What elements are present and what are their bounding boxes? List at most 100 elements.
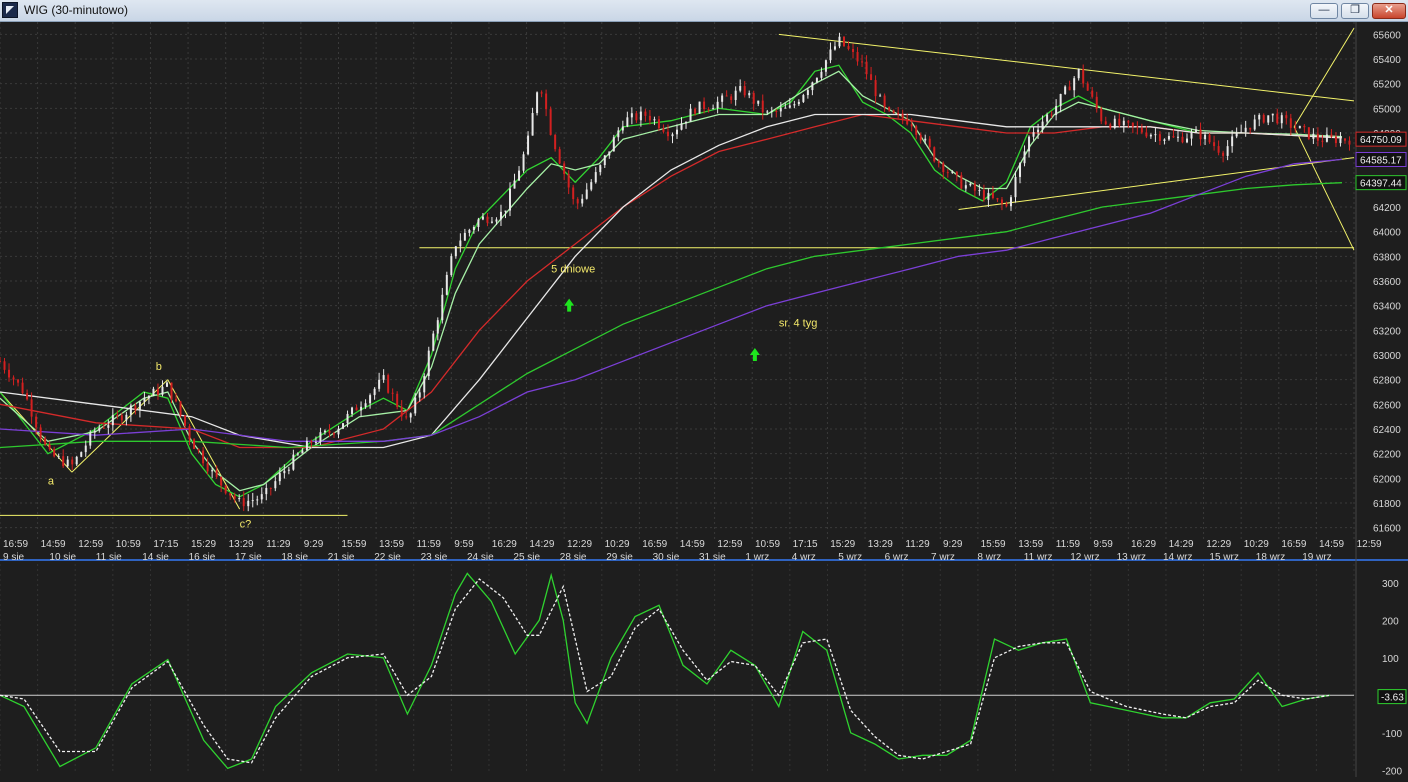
candle-body [26,393,29,400]
candle-body [897,112,900,114]
candle-body [1343,138,1346,141]
candle-body [57,456,60,458]
candle-body [739,86,742,91]
trendline [1293,126,1355,251]
time-tick-label: 10:29 [605,539,630,550]
candle-body [964,185,967,189]
candle-body [1271,113,1274,116]
candle-body [1167,136,1170,140]
candle-body [1145,132,1148,137]
time-tick-label: 16:29 [492,539,517,550]
candle-body [937,161,940,164]
candle-body [8,369,11,378]
candle-body [202,450,205,464]
osc-value-badge-label: -3.63 [1381,693,1404,704]
chart-svg[interactable]: 61600 61800 62000 62200 62400 62600 62800 63000… [0,22,1408,777]
candle-body [260,494,263,500]
candle-body [1276,113,1279,124]
time-tick-label: 10:59 [116,539,141,550]
candle-body [590,182,593,190]
candle-body [152,388,155,396]
close-button[interactable]: ✕ [1372,3,1406,19]
candle-body [1312,133,1315,139]
candle-body [1149,134,1152,137]
candle-body [820,71,823,78]
candle-body [527,135,530,155]
candle-body [608,151,611,156]
date-tick-label: 21 sie [328,552,355,563]
date-tick-label: 29 sie [606,552,633,563]
candle-body [856,51,859,62]
candle-body [991,192,994,199]
candle-body [1077,69,1080,79]
date-tick-label: 19 wrz [1302,552,1331,563]
candle-body [1298,125,1301,129]
candle-body [44,438,47,445]
candle-body [1208,134,1211,143]
price-tick-label: 63000 [1373,351,1401,362]
candle-body [901,113,904,119]
candle-body [332,433,335,435]
time-tick-label: 15:59 [981,539,1006,550]
candle-body [1190,132,1193,139]
price-tick-label: 63200 [1373,326,1401,337]
candle-body [396,393,399,407]
candle-body [445,274,448,295]
candle-body [454,246,457,257]
candle-body [576,199,579,204]
candle-body [179,401,182,416]
candle-body [703,101,706,110]
candle-body [1005,203,1008,207]
price-candles [0,32,1351,512]
candle-body [612,137,615,152]
date-tick-label: 11 wrz [1024,552,1053,563]
candle-body [89,432,92,446]
candle-body [513,180,516,189]
candle-body [1330,134,1333,137]
candle-body [265,487,268,495]
candle-body [982,190,985,200]
candle-body [1222,152,1225,156]
candle-body [1303,125,1306,128]
candle-body [883,95,886,108]
candle-body [427,350,430,377]
candle-body [1073,78,1076,91]
candle-body [784,107,787,109]
chart-area[interactable]: 61600 61800 62000 62200 62400 62600 62800 63000… [0,22,1408,777]
date-tick-label: 7 wrz [931,552,955,563]
oscillator-grid [0,564,1355,774]
candle-body [1050,114,1053,116]
candle-body [310,441,313,443]
app-logo-icon[interactable] [2,2,18,18]
value-badges: 64750.09 64585.17 64397.44 [1355,131,1407,191]
candle-body [581,198,584,204]
candle-body [165,382,168,387]
candle-body [1285,115,1288,119]
candle-body [314,442,317,444]
candle-body [1100,108,1103,122]
candle-body [861,61,864,63]
candle-body [387,375,390,393]
candle-body [48,444,51,450]
candle-body [292,454,295,470]
oscillator-axis: 300 200 100 -100 -200 -3.63 [1377,579,1407,777]
candle-body [98,427,101,431]
price-tick-label: 64200 [1373,203,1401,214]
price-tick-label: 64000 [1373,228,1401,239]
candle-body [748,93,751,96]
candle-body [1240,131,1243,134]
candle-body [477,219,480,228]
maximize-button[interactable]: ❐ [1341,3,1369,19]
window-titlebar: WIG (30-minutowo) — ❐ ✕ [0,0,1408,22]
osc-tick-label: 100 [1382,654,1399,665]
candle-body [1041,121,1044,130]
candle-body [1122,120,1125,126]
minimize-button[interactable]: — [1310,3,1338,19]
candle-body [490,221,493,223]
candle-body [1213,142,1216,147]
candle-body [441,294,444,321]
candle-body [80,452,83,457]
candle-body [888,107,891,111]
candle-body [1068,86,1071,91]
candle-body [838,36,841,47]
